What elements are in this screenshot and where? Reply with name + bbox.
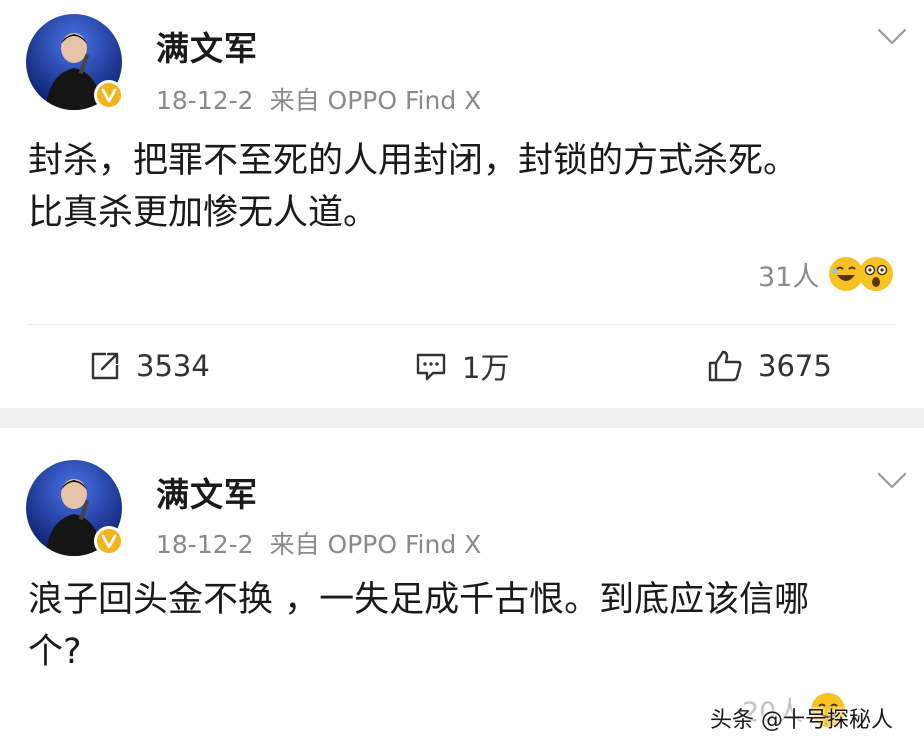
watermark: 头条 @十号探秘人 — [710, 708, 893, 733]
repost-icon — [91, 352, 119, 380]
post-content-line: 封杀，把罪不至死的人用封闭，封锁的方式杀死。 — [28, 141, 799, 181]
verified-badge-icon — [94, 526, 124, 556]
like-count: 3675 — [758, 349, 832, 383]
verified-badge-icon — [94, 80, 124, 110]
comment-icon — [416, 353, 446, 381]
post-content: 封杀，把罪不至死的人用封闭，封锁的方式杀死。 比真杀更加惨无人道。 — [28, 135, 908, 239]
post-meta: 18-12-2 来自 OPPO Find X — [156, 525, 481, 561]
post-source: 来自 OPPO Find X — [269, 530, 482, 559]
post-content-line: 浪子回头金不换 ，一失足成千古恨。到底应该信哪 — [28, 580, 810, 620]
author-name[interactable]: 满文军 — [156, 22, 258, 70]
weibo-post-1: 满文军 18-12-2 来自 OPPO Find X 封杀，把罪不至死的人用封闭，… — [0, 0, 924, 408]
thumbs-up-icon — [708, 350, 742, 382]
like-button[interactable]: 3675 — [706, 340, 832, 392]
reaction-count: 31人 — [758, 261, 820, 293]
post-separator — [0, 408, 924, 428]
surprised-emoji-icon — [859, 257, 894, 291]
comment-count: 1万 — [462, 351, 510, 385]
author-name[interactable]: 满文军 — [156, 468, 258, 516]
post-date: 18-12-2 — [156, 86, 254, 115]
post-content-line: 个? — [28, 632, 82, 672]
post-content-line: 比真杀更加惨无人道。 — [28, 193, 379, 233]
repost-button[interactable]: 3534 — [88, 340, 210, 392]
laughing-emoji-icon — [829, 257, 864, 291]
post-content: 浪子回头金不换 ，一失足成千古恨。到底应该信哪 个? — [28, 574, 908, 678]
post-meta: 18-12-2 来自 OPPO Find X — [156, 81, 481, 117]
weibo-post-2: 满文军 18-12-2 来自 OPPO Find X 浪子回头金不换 ，一失足成千… — [0, 428, 924, 748]
chevron-down-icon[interactable] — [876, 26, 908, 48]
chevron-down-icon[interactable] — [876, 470, 908, 492]
reaction-summary[interactable]: 31人 — [758, 252, 894, 296]
divider — [28, 324, 896, 325]
post-date: 18-12-2 — [156, 530, 254, 559]
comment-button[interactable]: 1万 — [414, 340, 509, 392]
repost-count: 3534 — [136, 349, 210, 383]
post-source: 来自 OPPO Find X — [269, 86, 482, 115]
post-action-bar: 3534 1万 3675 — [0, 340, 924, 392]
